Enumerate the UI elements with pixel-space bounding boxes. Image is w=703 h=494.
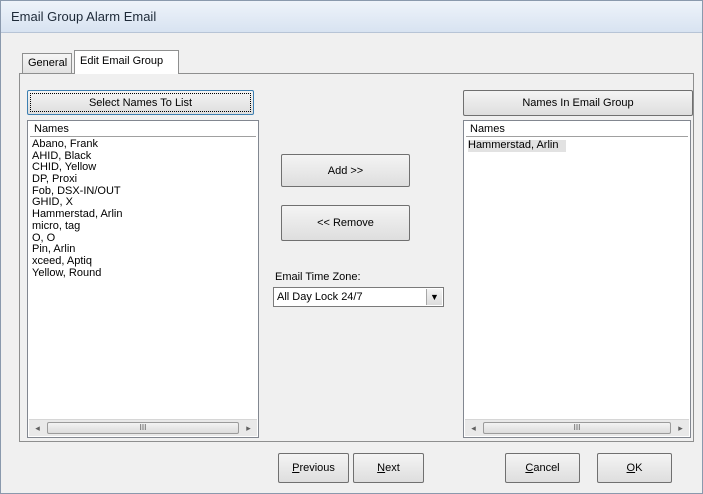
previous-button[interactable]: Previous	[278, 453, 349, 483]
list-item[interactable]: Abano, Frank	[32, 138, 254, 151]
list-item[interactable]: xceed, Aptiq	[32, 255, 254, 268]
available-names-items: Abano, Frank AHID, Black CHID, Yellow DP…	[32, 138, 254, 280]
tab-edit-email-group-label: Edit Email Group	[80, 55, 164, 67]
chevron-down-icon[interactable]: ▼	[426, 289, 442, 305]
email-time-zone-label: Email Time Zone:	[275, 271, 361, 283]
ok-label: K	[635, 462, 643, 474]
group-names-items: Hammerstad, Arlin	[468, 139, 686, 152]
email-time-zone-value: All Day Lock 24/7	[277, 291, 363, 303]
tab-general[interactable]: General	[22, 53, 72, 73]
list-item[interactable]: Hammerstad, Arlin	[468, 139, 567, 152]
names-in-group-button[interactable]: Names In Email Group	[463, 90, 693, 116]
select-names-button[interactable]: Select Names To List	[27, 90, 254, 115]
add-button[interactable]: Add >>	[281, 154, 410, 187]
email-time-zone-select[interactable]: All Day Lock 24/7 ▼	[273, 287, 444, 307]
list-item[interactable]: micro, tag	[32, 220, 254, 233]
available-names-list[interactable]: Names Abano, Frank AHID, Black CHID, Yel…	[27, 120, 259, 438]
scroll-right-arrow-icon[interactable]: ▸	[240, 420, 257, 436]
scroll-left-arrow-icon[interactable]: ◂	[465, 420, 482, 436]
scroll-thumb[interactable]: III	[47, 422, 239, 434]
group-names-list[interactable]: Names Hammerstad, Arlin ◂ III ▸	[463, 120, 691, 438]
next-mnemonic: N	[377, 462, 386, 474]
tab-edit-email-group[interactable]: Edit Email Group	[74, 50, 179, 74]
list-item[interactable]: DP, Proxi	[32, 173, 254, 186]
group-names-column-header[interactable]: Names	[466, 123, 688, 137]
window-title: Email Group Alarm Email	[11, 9, 157, 24]
scroll-grip-icon: III	[573, 423, 581, 432]
list-item[interactable]: Yellow, Round	[32, 267, 254, 280]
cancel-label: ancel	[533, 462, 560, 474]
scroll-right-arrow-icon[interactable]: ▸	[672, 420, 689, 436]
available-names-column-header[interactable]: Names	[30, 123, 256, 137]
title-bar[interactable]: Email Group Alarm Email	[1, 1, 702, 33]
next-label: ext	[385, 462, 400, 474]
next-button[interactable]: Next	[353, 453, 424, 483]
ok-mnemonic: O	[626, 462, 636, 474]
cancel-button[interactable]: Cancel	[505, 453, 580, 483]
scroll-left-arrow-icon[interactable]: ◂	[29, 420, 46, 436]
tab-panel: Select Names To List Names Abano, Frank …	[19, 73, 694, 442]
remove-button[interactable]: << Remove	[281, 205, 410, 241]
ok-button[interactable]: OK	[597, 453, 672, 483]
previous-label: revious	[299, 462, 335, 474]
right-horizontal-scrollbar[interactable]: ◂ III ▸	[465, 419, 689, 436]
dialog-window: Email Group Alarm Email General Edit Ema…	[0, 0, 703, 494]
left-horizontal-scrollbar[interactable]: ◂ III ▸	[29, 419, 257, 436]
tab-general-label: General	[28, 57, 68, 69]
scroll-grip-icon: III	[139, 423, 147, 432]
scroll-thumb[interactable]: III	[483, 422, 671, 434]
